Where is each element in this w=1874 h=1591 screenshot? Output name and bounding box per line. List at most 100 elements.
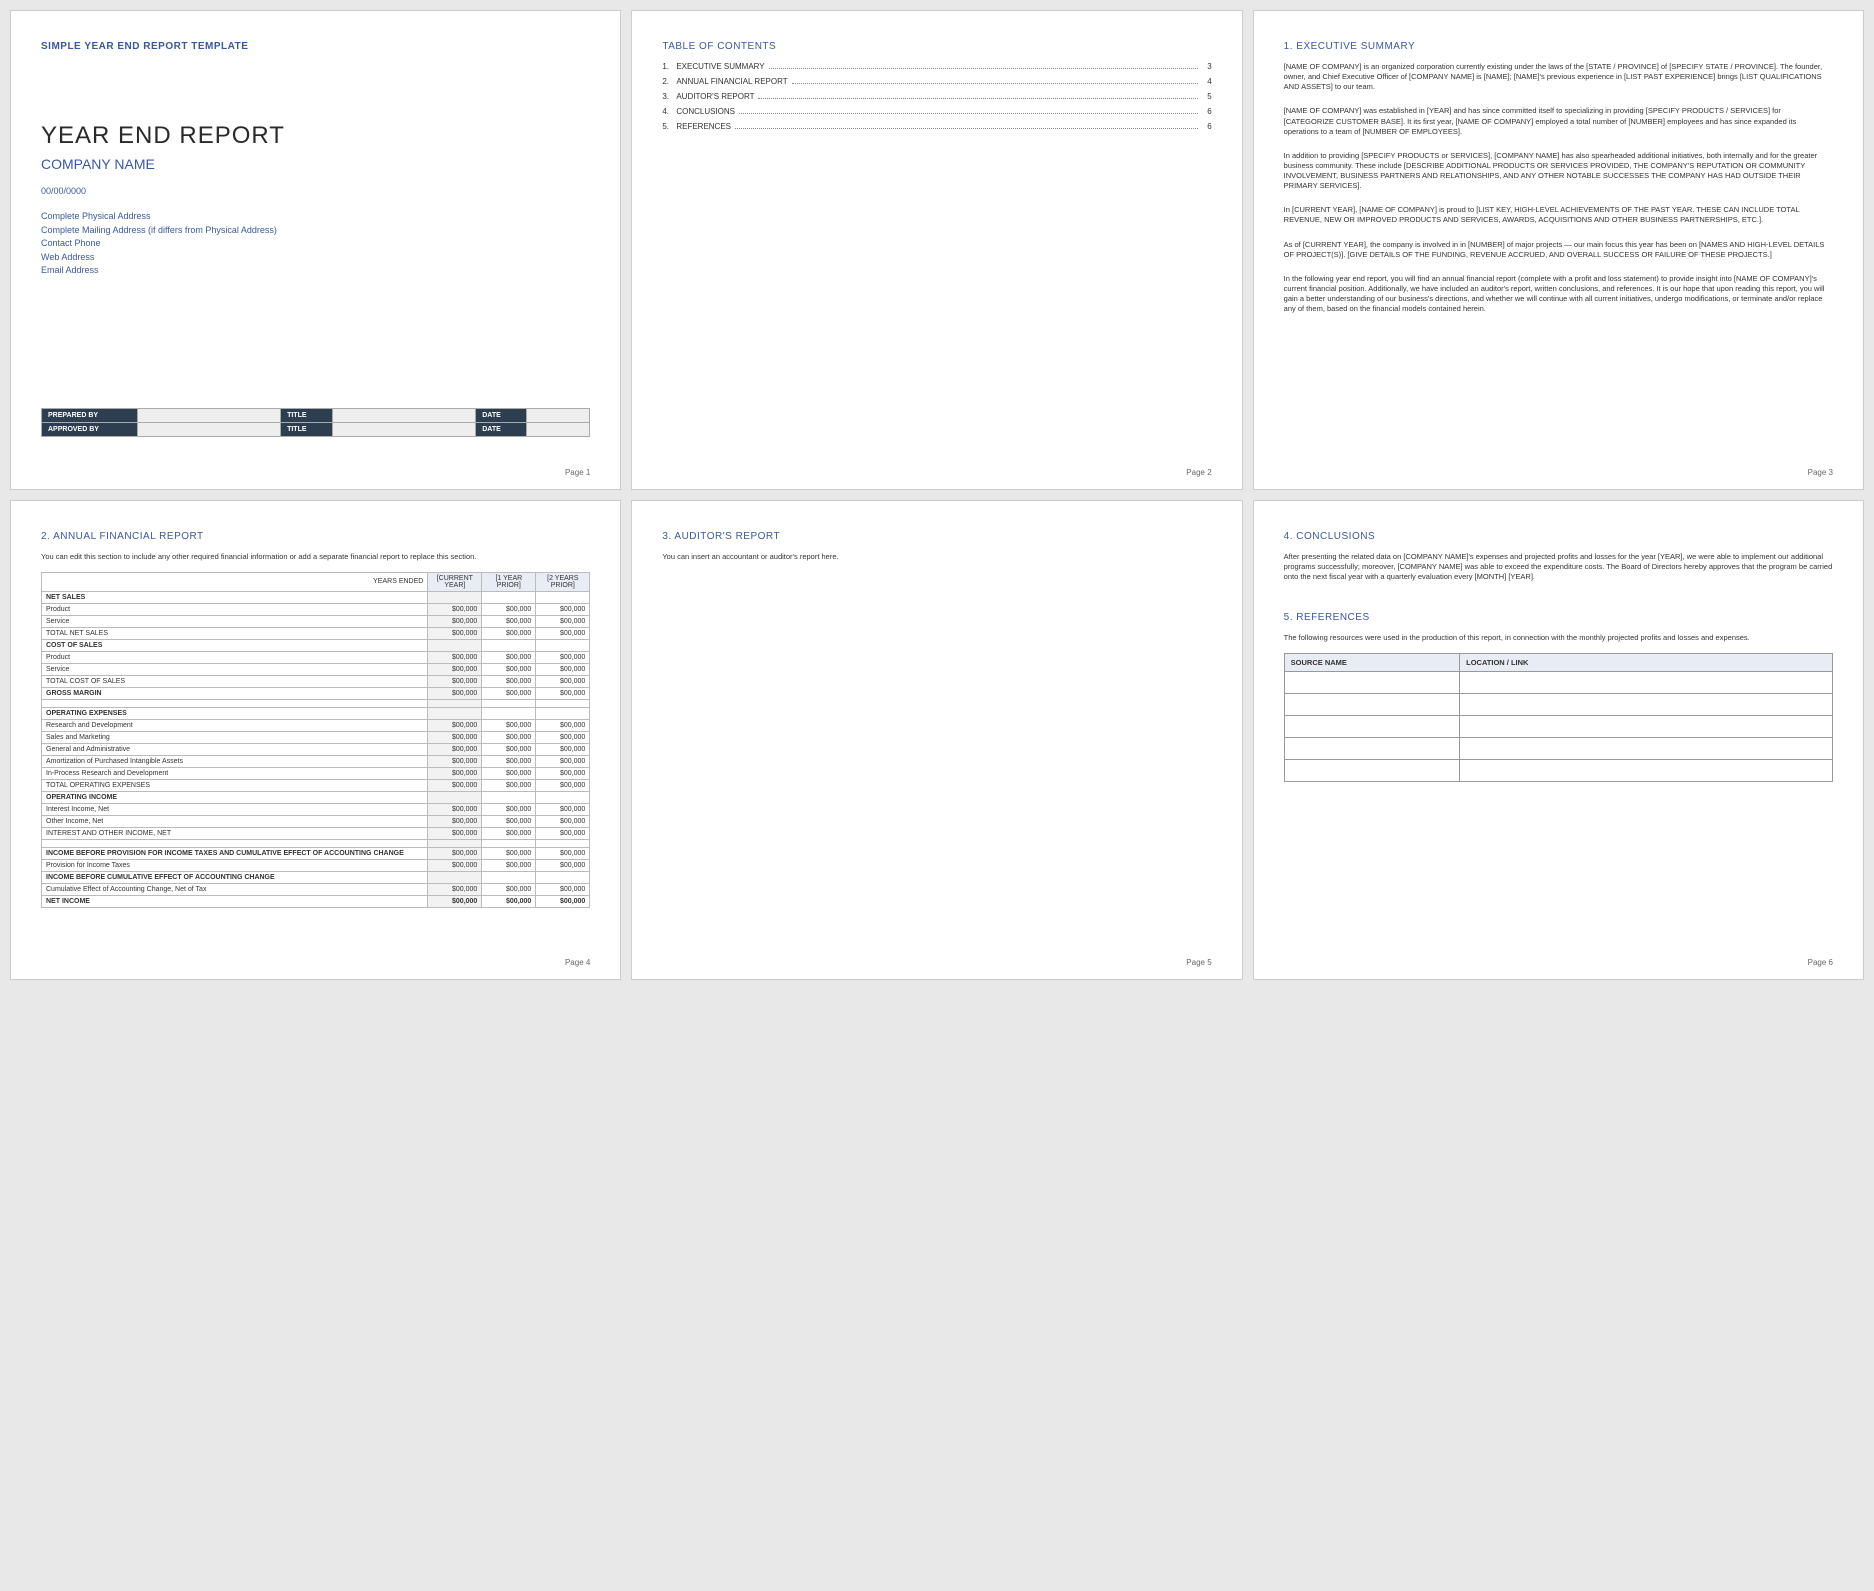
ref-cell [1284, 716, 1459, 738]
page-6: 4. CONCLUSIONS After presenting the rela… [1253, 500, 1864, 980]
date-label: DATE [476, 422, 526, 436]
page-5: 3. AUDITOR'S REPORT You can insert an ac… [631, 500, 1242, 980]
page-number: Page 6 [1808, 958, 1833, 967]
cell-value: $00,000 [428, 603, 482, 615]
row-net-sales: NET SALES [42, 591, 428, 603]
toc-heading: TABLE OF CONTENTS [662, 41, 1211, 52]
title-value [332, 408, 475, 422]
toc-item-page: 5 [1202, 92, 1212, 101]
cell-value: $00,000 [428, 883, 482, 895]
cell-value: $00,000 [482, 687, 536, 699]
cell-value: $00,000 [482, 615, 536, 627]
cell-value: $00,000 [536, 719, 590, 731]
ref-cell [1460, 694, 1833, 716]
cell-value: $00,000 [536, 859, 590, 871]
toc-item-num: 1. [662, 62, 676, 71]
cell-value: $00,000 [482, 719, 536, 731]
references-text: The following resources were used in the… [1284, 633, 1833, 643]
title-value [332, 422, 475, 436]
cell-value: $00,000 [428, 895, 482, 907]
toc-list: 1. EXECUTIVE SUMMARY 3 2. ANNUAL FINANCI… [662, 62, 1211, 131]
cell-value: $00,000 [536, 627, 590, 639]
row-total-net-sales: TOTAL NET SALES [42, 627, 428, 639]
toc-item-num: 2. [662, 77, 676, 86]
financial-table: YEARS ENDED [CURRENT YEAR] [1 YEAR PRIOR… [41, 572, 590, 908]
financial-heading: 2. ANNUAL FINANCIAL REPORT [41, 531, 590, 542]
row-opex: OPERATING EXPENSES [42, 707, 428, 719]
template-label: SIMPLE YEAR END REPORT TEMPLATE [41, 41, 590, 52]
toc-dots [769, 68, 1198, 69]
toc-item-page: 6 [1202, 122, 1212, 131]
cell-value: $00,000 [536, 687, 590, 699]
cell-value: $00,000 [482, 731, 536, 743]
cell-value: $00,000 [536, 743, 590, 755]
toc-item-page: 3 [1202, 62, 1212, 71]
row-gross-margin: GROSS MARGIN [42, 687, 428, 699]
ref-cell [1460, 716, 1833, 738]
row-product: Product [42, 603, 428, 615]
address-line: Complete Physical Address [41, 210, 590, 224]
address-line: Email Address [41, 264, 590, 278]
cell-value: $00,000 [536, 847, 590, 859]
approved-by-label: APPROVED BY [42, 422, 138, 436]
years-ended-label: YEARS ENDED [42, 572, 428, 591]
row-prov-taxes: Provision for Income Taxes [42, 859, 428, 871]
cell-value: $00,000 [536, 675, 590, 687]
cell-value: $00,000 [428, 815, 482, 827]
toc-item-page: 6 [1202, 107, 1212, 116]
cell-value: $00,000 [482, 743, 536, 755]
page-number: Page 1 [565, 468, 590, 477]
cell-value: $00,000 [428, 847, 482, 859]
cell-value: $00,000 [428, 651, 482, 663]
title-label: TITLE [281, 408, 333, 422]
ref-col-source: SOURCE NAME [1284, 654, 1459, 672]
address-line: Complete Mailing Address (if differs fro… [41, 224, 590, 238]
cell-value: $00,000 [536, 615, 590, 627]
cell-value: $00,000 [536, 767, 590, 779]
date-label: DATE [476, 408, 526, 422]
row-sales-mkt: Sales and Marketing [42, 731, 428, 743]
cell-value: $00,000 [428, 803, 482, 815]
page-number: Page 3 [1808, 468, 1833, 477]
exec-heading: 1. EXECUTIVE SUMMARY [1284, 41, 1833, 52]
pages-grid: SIMPLE YEAR END REPORT TEMPLATE YEAR END… [10, 10, 1864, 980]
cell-value: $00,000 [482, 779, 536, 791]
toc-item-label: ANNUAL FINANCIAL REPORT [676, 77, 787, 86]
page-1: SIMPLE YEAR END REPORT TEMPLATE YEAR END… [10, 10, 621, 490]
cell-value: $00,000 [482, 651, 536, 663]
row-rd: Research and Development [42, 719, 428, 731]
approved-by-value [137, 422, 280, 436]
cell-value: $00,000 [428, 827, 482, 839]
date-value [526, 422, 590, 436]
cell-value: $00,000 [428, 675, 482, 687]
cell-value: $00,000 [482, 663, 536, 675]
address-block: Complete Physical Address Complete Maili… [41, 210, 590, 278]
toc-item-label: REFERENCES [676, 122, 731, 131]
page-2: TABLE OF CONTENTS 1. EXECUTIVE SUMMARY 3… [631, 10, 1242, 490]
cell-value: $00,000 [482, 895, 536, 907]
date-value [526, 408, 590, 422]
ref-col-location: LOCATION / LINK [1460, 654, 1833, 672]
address-line: Contact Phone [41, 237, 590, 251]
cell-value: $00,000 [482, 803, 536, 815]
toc-dots [758, 98, 1197, 99]
exec-para: In addition to providing [SPECIFY PRODUC… [1284, 151, 1833, 192]
references-table: SOURCE NAME LOCATION / LINK [1284, 653, 1833, 782]
cell-value: $00,000 [482, 827, 536, 839]
cell-value: $00,000 [482, 603, 536, 615]
signoff-table: PREPARED BY TITLE DATE APPROVED BY TITLE… [41, 408, 590, 437]
ref-cell [1284, 694, 1459, 716]
row-cost-of-sales: COST OF SALES [42, 639, 428, 651]
cell-value: $00,000 [428, 687, 482, 699]
financial-instructions: You can edit this section to include any… [41, 552, 590, 562]
row-other-inc: Other Income, Net [42, 815, 428, 827]
row-total-opex: TOTAL OPERATING EXPENSES [42, 779, 428, 791]
row-product: Product [42, 651, 428, 663]
exec-para: [NAME OF COMPANY] is an organized corpor… [1284, 62, 1833, 92]
auditor-heading: 3. AUDITOR'S REPORT [662, 531, 1211, 542]
toc-dots [735, 128, 1198, 129]
row-inc-before-cum: INCOME BEFORE CUMULATIVE EFFECT OF ACCOU… [42, 871, 428, 883]
page-3: 1. EXECUTIVE SUMMARY [NAME OF COMPANY] i… [1253, 10, 1864, 490]
row-int-other-net: INTEREST AND OTHER INCOME, NET [42, 827, 428, 839]
title-label: TITLE [281, 422, 333, 436]
